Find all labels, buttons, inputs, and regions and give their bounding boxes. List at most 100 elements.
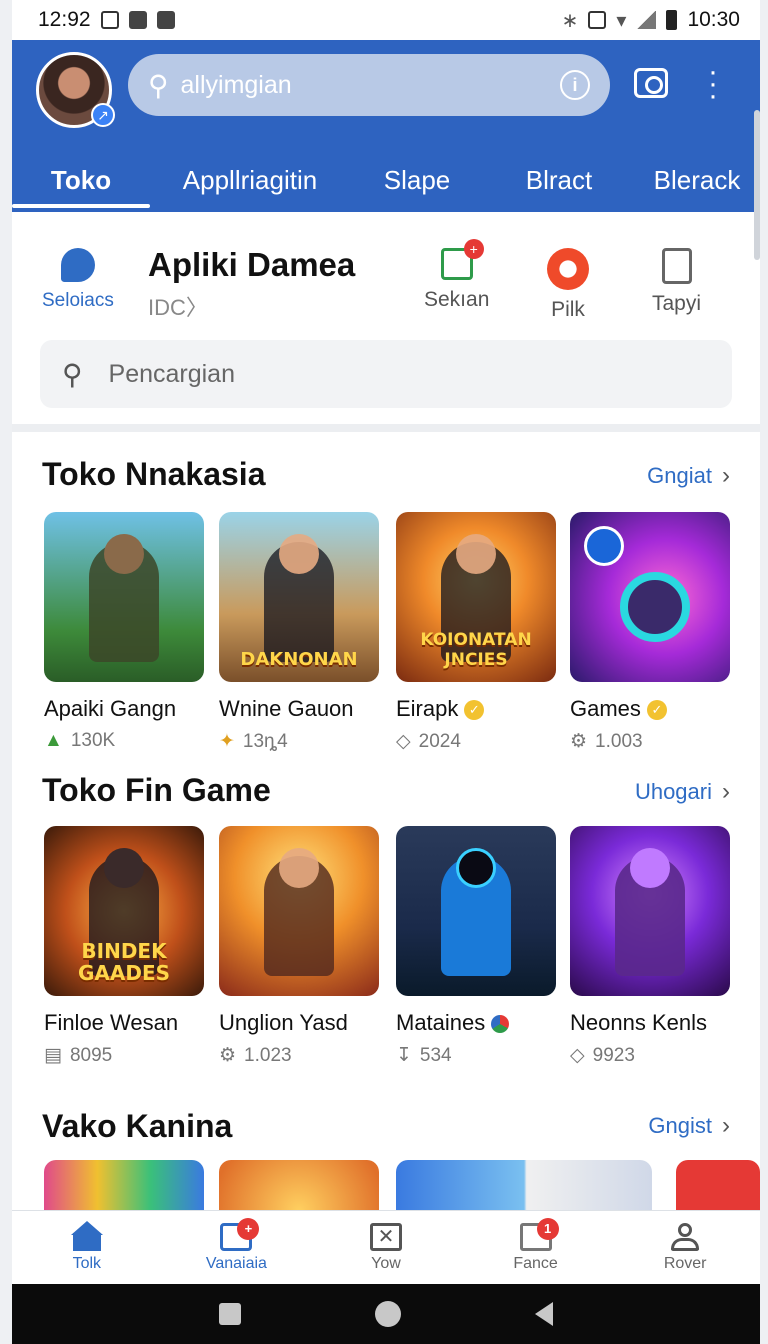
- nav-item-yow[interactable]: ✕ Yow: [326, 1222, 446, 1273]
- app-card[interactable]: Mataines ↧ 534: [396, 826, 556, 1067]
- app-card[interactable]: DAKNONAN Wnine Gauon ✦ 13ȵ4: [219, 512, 379, 753]
- rating-icon: ▲: [44, 730, 63, 751]
- pill-icon: [547, 248, 589, 290]
- see-all-label: Gngiat: [647, 463, 712, 488]
- notification-icon: [100, 11, 119, 29]
- search-field[interactable]: ⚲: [40, 340, 732, 408]
- quick-item-pilk[interactable]: Pilk: [547, 248, 589, 322]
- system-nav-bar: [12, 1284, 760, 1344]
- app-thumbnail: [396, 826, 556, 996]
- nav-label: Tolk: [72, 1254, 102, 1272]
- app-stat: ▲ 130K: [44, 730, 204, 752]
- app-card[interactable]: BINDEK GAADES Finloe Wesan ▤ 8095: [44, 826, 204, 1067]
- back-button[interactable]: [535, 1302, 553, 1326]
- see-all-link[interactable]: Gngist ›: [648, 1112, 730, 1140]
- app-header: ↗ ⚲ i ··· Toko Appllriagitin Slape Blrac…: [12, 40, 760, 212]
- home-button[interactable]: [375, 1301, 401, 1327]
- document-icon: [661, 248, 692, 284]
- signal-icon: [636, 11, 657, 29]
- tab-blract[interactable]: Blract: [484, 148, 634, 212]
- quick-actions: Seloiacs Apliki Damea IDC〉 + Sekıan Pilk…: [12, 212, 760, 426]
- app-name-text: Eirapk: [396, 696, 459, 721]
- search-input[interactable]: [180, 70, 560, 100]
- verified-icon: ✓: [646, 700, 667, 721]
- app-card[interactable]: Neonns Kenls ◇ 9923: [570, 826, 730, 1067]
- info-icon[interactable]: i: [560, 70, 590, 100]
- search-bar[interactable]: ⚲ i: [128, 54, 610, 116]
- verified-icon: ✓: [464, 700, 485, 721]
- nav-label: Fance: [513, 1254, 558, 1272]
- camera-icon[interactable]: [634, 68, 668, 98]
- quick-item-sekian[interactable]: + Sekıan: [424, 239, 490, 312]
- nav-item-vanaiaia[interactable]: + Vanaiaia: [176, 1217, 296, 1273]
- app-card[interactable]: Apaiki Gangn ▲ 130K: [44, 512, 204, 752]
- app-subtitle[interactable]: IDC〉: [148, 290, 208, 322]
- person-icon: [669, 1222, 701, 1251]
- app-title: Apliki Damea: [148, 246, 356, 283]
- app-name: Neonns Kenls: [570, 1010, 707, 1035]
- nav-badge: +: [237, 1217, 260, 1240]
- app-stat: ▤ 8095: [44, 1044, 204, 1067]
- avatar[interactable]: ↗: [36, 52, 115, 128]
- nav-item-rover[interactable]: Rover: [625, 1222, 745, 1273]
- tag-icon: ◇: [570, 1045, 585, 1066]
- app-thumbnail: [219, 826, 379, 996]
- scrollbar[interactable]: [754, 110, 760, 260]
- quick-item-label: Sekıan: [424, 288, 490, 311]
- quick-item-label: Seloiacs: [42, 290, 114, 311]
- app-stat-value: 13ȵ4: [242, 730, 288, 752]
- see-all-link[interactable]: Gngiat ›: [647, 462, 730, 490]
- app-name: Eirapk ✓: [396, 696, 556, 722]
- wifi-icon: ▾: [616, 9, 627, 32]
- app-thumbnail: DAKNONAN: [219, 512, 379, 682]
- app-stat-value: 1.023: [244, 1044, 292, 1066]
- cube-icon: [60, 248, 95, 282]
- section-title: Toko Nnakasia: [42, 456, 266, 492]
- chevron-right-icon: ›: [722, 462, 730, 489]
- app-banner-text: BINDEK GAADES: [77, 939, 171, 985]
- quick-item-seloiacs[interactable]: Seloiacs: [42, 248, 114, 312]
- section-title: Vako Kanina: [42, 1108, 233, 1144]
- app-name: Wnine Gauon: [219, 696, 354, 721]
- verified-icon: ↗: [91, 103, 115, 127]
- nav-label: Rover: [663, 1254, 707, 1272]
- app-name-text: Games: [570, 696, 641, 721]
- app-stat-value: 9923: [592, 1044, 635, 1066]
- app-notification-icon: [128, 11, 147, 29]
- nav-item-tolk[interactable]: Tolk: [27, 1220, 147, 1273]
- search-input[interactable]: [108, 359, 710, 389]
- nav-label: Yow: [371, 1254, 401, 1272]
- chevron-right-icon: ›: [722, 778, 730, 805]
- app-name: Apaiki Gangn: [44, 696, 177, 721]
- monitor-icon: 1: [519, 1217, 559, 1251]
- tab-blerack[interactable]: Blerack: [634, 148, 760, 212]
- chat-icon: +: [220, 1217, 260, 1251]
- tab-slape[interactable]: Slape: [350, 148, 484, 212]
- app-card[interactable]: Games ✓ ⚙ 1.003: [570, 512, 730, 753]
- section-divider: [12, 424, 760, 432]
- status-time-right: 10:30: [687, 8, 740, 31]
- status-time-left: 12:92: [38, 8, 91, 31]
- recents-button[interactable]: [219, 1303, 241, 1325]
- app-card[interactable]: Unglion Yasd ⚙ 1.023: [219, 826, 379, 1067]
- app-name: Unglion Yasd: [219, 1010, 348, 1035]
- quick-item-label: Tapyi: [652, 292, 702, 315]
- app-stat: ↧ 534: [396, 1044, 556, 1067]
- app-name: Finloe Wesan: [44, 1010, 179, 1035]
- sparkle-icon: ✦: [219, 731, 235, 752]
- search-icon: ⚲: [62, 358, 83, 390]
- app-frame: 12:92 ∗ ▾ 10:30 ↗ ⚲ i ··· Toko Appllriag…: [12, 0, 760, 1344]
- app-card[interactable]: KOIONATAN JNCIES Eirapk ✓ ◇ 2024: [396, 512, 556, 753]
- nav-item-fance[interactable]: 1 Fance: [476, 1217, 596, 1273]
- more-icon[interactable]: · · ·: [708, 57, 718, 111]
- see-all-link[interactable]: Uhogari ›: [635, 778, 730, 806]
- see-all-label: Gngist: [648, 1113, 712, 1138]
- document-icon: ▤: [44, 1045, 62, 1066]
- app-thumbnail: BINDEK GAADES: [44, 826, 204, 996]
- tab-appllriagitin[interactable]: Appllriagitin: [150, 148, 350, 212]
- search-icon: ⚲: [148, 69, 169, 101]
- quick-item-tapyi[interactable]: Tapyi: [652, 248, 701, 316]
- bluetooth-icon: ∗: [561, 9, 579, 32]
- play-store-icon: [584, 526, 624, 566]
- tab-toko[interactable]: Toko: [12, 148, 150, 212]
